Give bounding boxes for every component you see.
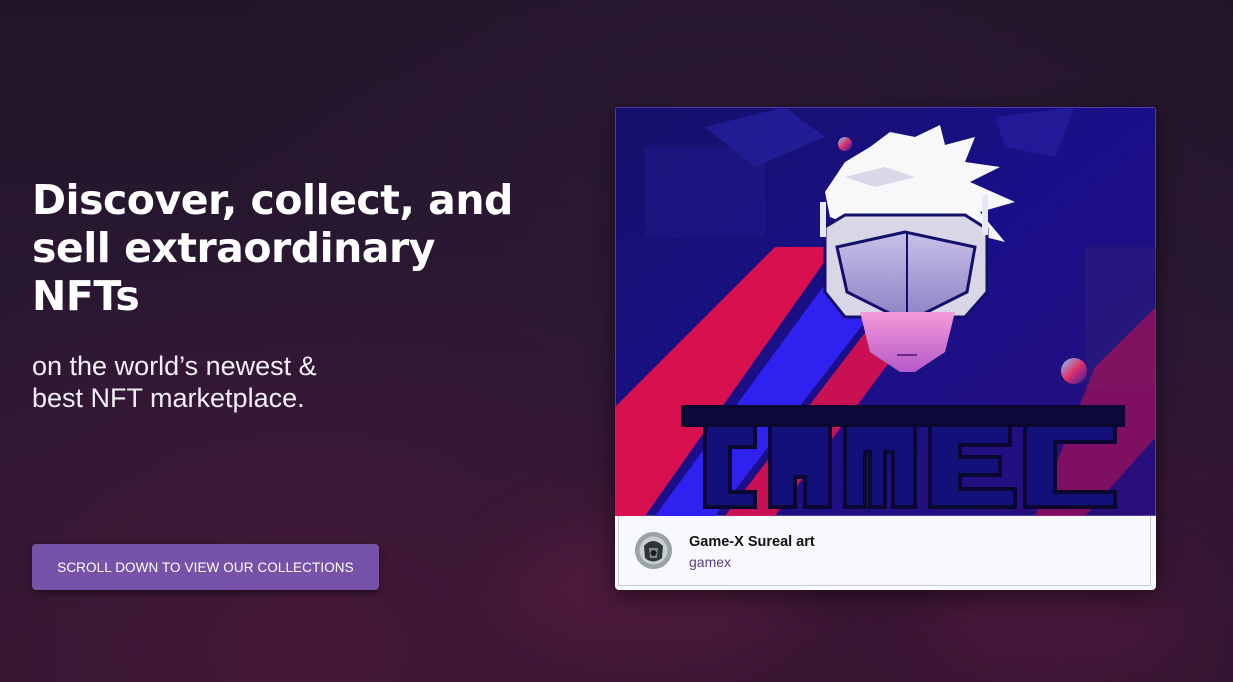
- nft-card-footer: Game-X Sureal art gamex: [618, 516, 1151, 586]
- hero-headline: Discover, collect, and sell extraordinar…: [32, 176, 513, 320]
- nft-artwork-image: [615, 107, 1156, 516]
- hero-subheadline: on the world’s newest & best NFT marketp…: [32, 351, 317, 413]
- nft-title[interactable]: Game-X Sureal art: [689, 534, 815, 550]
- scroll-to-collections-button[interactable]: SCROLL DOWN TO VIEW OUR COLLECTIONS: [32, 544, 379, 590]
- nft-owner-link[interactable]: gamex: [689, 554, 731, 570]
- featured-nft-card[interactable]: Game-X Sureal art gamex: [615, 107, 1156, 590]
- collection-avatar-icon[interactable]: [635, 532, 672, 569]
- hero-section: Discover, collect, and sell extraordinar…: [32, 176, 552, 414]
